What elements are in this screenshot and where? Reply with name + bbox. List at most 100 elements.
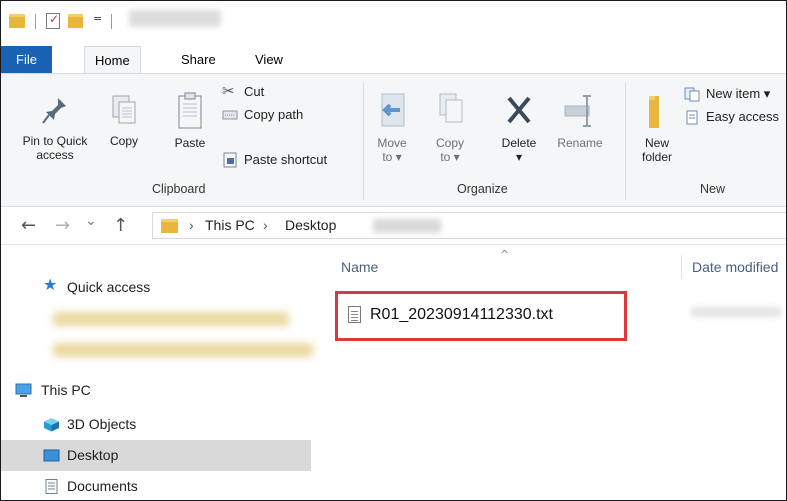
tab-view[interactable]: View <box>245 46 293 73</box>
easy-access-button[interactable]: Easy access <box>684 107 786 127</box>
scissors-icon: ✂ <box>222 83 235 100</box>
properties-icon[interactable] <box>46 12 60 29</box>
file-list: ^ Name Date modified R01_20230914112330.… <box>319 245 786 500</box>
file-row-highlighted[interactable]: R01_20230914112330.txt <box>335 291 627 341</box>
delete-x-icon <box>507 96 531 124</box>
paste-shortcut-button[interactable]: Paste shortcut <box>222 150 327 170</box>
copy-icon <box>112 95 136 124</box>
cut-button[interactable]: ✂ Cut <box>222 82 264 102</box>
title-bar: = <box>1 1 786 46</box>
breadcrumb-this-pc[interactable]: This PC <box>205 217 255 233</box>
nav-desktop[interactable]: Desktop <box>1 440 311 471</box>
new-item-icon <box>684 87 700 102</box>
pin-label-line1: Pin to Quick <box>22 134 88 148</box>
pin-label-line2: access <box>36 148 74 162</box>
forward-arrow-icon[interactable]: → <box>55 215 70 236</box>
paste-label: Paste <box>174 136 206 150</box>
ribbon: Pin to Quick access Copy Paste ✂ Cut Cop… <box>1 73 786 207</box>
divider <box>111 14 112 29</box>
move-to-label-line2: to ▾ <box>382 150 402 164</box>
move-to-label-line1: Move <box>377 136 407 150</box>
new-folder-label-line1: New <box>644 136 669 150</box>
rename-label: Rename <box>557 136 603 150</box>
nav-3d-objects[interactable]: 3D Objects <box>1 409 311 440</box>
copy-path-icon <box>222 110 238 120</box>
copy-button[interactable]: Copy <box>104 92 144 148</box>
new-folder-icon <box>649 96 659 128</box>
organize-group-label: Organize <box>457 182 508 196</box>
move-to-button[interactable]: Move to ▾ <box>372 92 412 164</box>
clipboard-group-label: Clipboard <box>152 182 206 196</box>
copy-to-icon <box>439 93 463 123</box>
nav-desktop-label: Desktop <box>67 447 119 463</box>
breadcrumb-redacted <box>373 219 441 233</box>
new-folder-icon[interactable] <box>68 14 83 28</box>
star-icon: ★ <box>43 277 58 294</box>
cut-label: Cut <box>244 84 265 99</box>
paste-shortcut-label: Paste shortcut <box>244 152 328 167</box>
nav-documents[interactable]: Documents <box>1 471 311 500</box>
navigation-pane: ★ Quick access This PC 3D Objects Deskto… <box>1 245 319 500</box>
move-to-icon <box>381 93 405 127</box>
pin-icon <box>42 98 66 124</box>
new-group-label: New <box>700 182 726 196</box>
nav-3d-objects-label: 3D Objects <box>67 416 137 432</box>
folder-icon <box>161 219 178 233</box>
recent-locations-chevron-icon[interactable]: ⌄ <box>85 213 97 229</box>
breadcrumb-separator[interactable]: › <box>189 217 194 233</box>
breadcrumb-separator[interactable]: › <box>263 217 268 233</box>
tab-share[interactable]: Share <box>171 46 226 73</box>
easy-access-icon <box>686 110 698 125</box>
documents-icon <box>45 479 58 494</box>
copy-to-button[interactable]: Copy to ▾ <box>430 92 470 164</box>
paste-icon <box>178 92 202 129</box>
up-arrow-icon[interactable]: ↑ <box>113 215 128 236</box>
new-item-button[interactable]: New item ▾ <box>684 84 786 104</box>
tab-home[interactable]: Home <box>84 46 141 74</box>
3d-cube-icon <box>44 418 59 432</box>
divider <box>35 14 36 29</box>
redacted-pinned-folder[interactable] <box>53 312 289 326</box>
customize-toolbar-icon[interactable]: = <box>93 12 102 25</box>
copy-to-label-line2: to ▾ <box>440 150 460 164</box>
easy-access-label: Easy access <box>706 109 779 124</box>
column-divider[interactable] <box>681 255 682 279</box>
copy-to-label-line1: Copy <box>435 136 464 150</box>
new-item-label: New item ▾ <box>706 86 771 101</box>
folder-icon[interactable] <box>9 14 25 28</box>
file-explorer-window: = File Home Share View Pin to Quick acce… <box>0 0 787 501</box>
redacted-date <box>691 307 781 317</box>
address-bar[interactable]: › This PC › Desktop <box>152 212 786 239</box>
new-folder-label-line2: folder <box>641 150 673 164</box>
nav-this-pc[interactable]: This PC <box>1 375 311 406</box>
delete-label: Delete <box>501 136 537 150</box>
group-divider <box>625 82 626 200</box>
new-folder-button[interactable]: New folder <box>634 92 680 164</box>
copy-path-label: Copy path <box>244 107 304 122</box>
paste-shortcut-icon <box>223 152 237 168</box>
navigation-bar: ← → ⌄ ↑ › This PC › Desktop <box>1 207 786 245</box>
delete-button[interactable]: Delete ▾ <box>494 92 544 164</box>
paste-button[interactable]: Paste <box>168 92 212 150</box>
column-header-date-modified[interactable]: Date modified <box>692 259 778 275</box>
ribbon-tabs: File Home Share View <box>1 46 786 74</box>
copy-path-button[interactable]: Copy path <box>222 105 303 125</box>
sort-ascending-icon[interactable]: ^ <box>500 248 509 261</box>
delete-dropdown-icon[interactable]: ▾ <box>516 150 522 164</box>
copy-label: Copy <box>109 134 138 148</box>
rename-button[interactable]: Rename <box>551 92 609 150</box>
back-arrow-icon[interactable]: ← <box>21 215 36 236</box>
redacted-pinned-folder[interactable] <box>53 343 313 357</box>
column-header-name[interactable]: Name <box>341 259 378 275</box>
nav-this-pc-label: This PC <box>41 382 91 398</box>
desktop-icon <box>43 449 60 462</box>
group-divider <box>363 82 364 200</box>
window-title-redacted <box>129 10 221 27</box>
computer-icon <box>15 383 32 397</box>
nav-quick-access-label: Quick access <box>67 279 151 295</box>
file-name: R01_20230914112330.txt <box>370 306 553 323</box>
pin-to-quick-access-button[interactable]: Pin to Quick access <box>11 92 99 162</box>
tab-file[interactable]: File <box>1 46 52 73</box>
breadcrumb-desktop[interactable]: Desktop <box>279 217 343 233</box>
nav-quick-access[interactable]: ★ Quick access <box>1 272 311 303</box>
